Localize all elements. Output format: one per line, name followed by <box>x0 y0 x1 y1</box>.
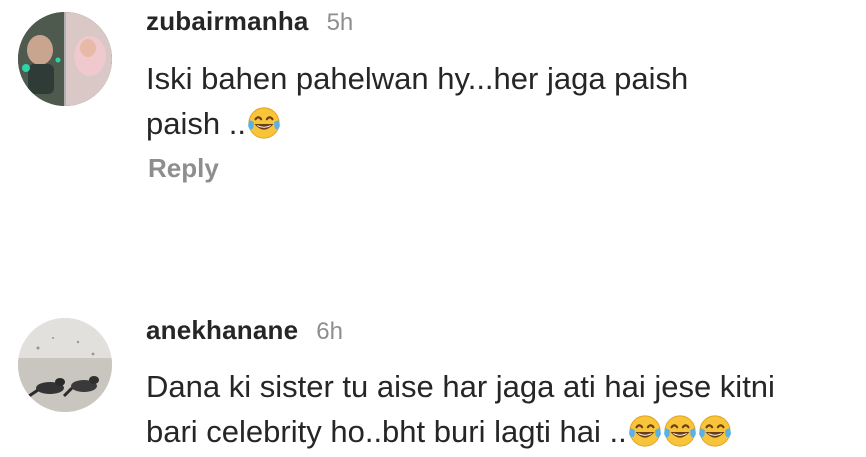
comment-header: anekhanane 6h <box>146 315 343 346</box>
timestamp: 6h <box>316 318 343 345</box>
avatar-image <box>18 12 112 106</box>
comment-header: zubairmanha 5h <box>146 6 353 37</box>
face-with-tears-of-joy-icon <box>663 415 696 447</box>
reply-button[interactable]: Reply <box>148 153 219 184</box>
timestamp: 5h <box>326 9 354 36</box>
face-with-tears-of-joy-icon <box>248 107 280 139</box>
username[interactable]: zubairmanha <box>146 6 309 37</box>
avatar[interactable] <box>18 318 112 412</box>
comment-item: anekhanane 6h Dana ki sister tu aise har… <box>0 300 866 457</box>
username[interactable]: anekhanane <box>146 315 298 346</box>
comment-body: Dana ki sister tu aise har jaga ati hai … <box>146 364 846 454</box>
face-with-tears-of-joy-icon <box>698 415 731 447</box>
avatar-image <box>18 318 112 412</box>
comment-text: Iski bahen pahelwan hy...her jaga paish … <box>146 61 689 141</box>
face-with-tears-of-joy-icon <box>628 415 661 447</box>
comment-item: zubairmanha 5h Iski bahen pahelwan hy...… <box>0 0 866 230</box>
avatar[interactable] <box>18 12 112 106</box>
comment-body: Iski bahen pahelwan hy...her jaga paish … <box>146 56 846 146</box>
